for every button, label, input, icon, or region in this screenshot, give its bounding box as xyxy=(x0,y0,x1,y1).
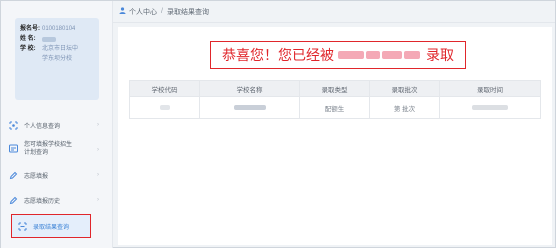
cell-school-name xyxy=(199,96,300,119)
user-icon xyxy=(119,7,126,16)
plan-icon xyxy=(9,144,18,153)
chevron-right-icon: › xyxy=(97,122,99,128)
history-icon xyxy=(9,196,18,205)
user-info-card: 报名号: 0100180104 姓 名: 学 校: 北京市日坛中 学东坝分校 xyxy=(15,18,99,100)
menu-item-personal-info[interactable]: 个人信息查询 › xyxy=(9,119,101,131)
name-label: 姓 名: xyxy=(20,36,36,42)
sidebar: 报名号: 0100180104 姓 名: 学 校: 北京市日坛中 学东坝分校 个… xyxy=(1,1,113,248)
school-line-1: 北京市日坛中 xyxy=(42,46,79,52)
redacted-school xyxy=(382,51,402,59)
school-label: 学 校: xyxy=(20,46,36,52)
menu-item-application[interactable]: 志愿填报 › xyxy=(9,169,101,181)
menu-item-admission-result[interactable]: 录取结果查询 xyxy=(11,214,91,238)
col-admission-type: 录取类型 xyxy=(299,80,370,97)
breadcrumb-current: 录取结果查询 xyxy=(166,8,209,16)
breadcrumb-separator: / xyxy=(161,8,163,15)
cell-school-code xyxy=(129,96,200,119)
table-row: 配额生 第 批次 xyxy=(129,96,541,119)
menu-label: 录取结果查询 xyxy=(33,224,70,231)
banner-suffix: 录取 xyxy=(426,47,454,63)
menu-label-line-2: 计划查询 xyxy=(24,150,49,156)
result-icon xyxy=(18,222,27,231)
exam-no-label: 报名号: xyxy=(20,26,40,32)
name-redacted xyxy=(42,37,56,42)
cell-admission-time xyxy=(439,96,541,119)
menu-label: 个人信息查询 xyxy=(24,123,61,130)
chevron-right-icon: › xyxy=(97,172,99,178)
school-line-2: 学东坝分校 xyxy=(42,56,73,62)
redacted-school xyxy=(404,51,420,59)
banner-prefix: 恭喜您！您已经被 xyxy=(222,47,334,63)
admission-banner: 恭喜您！您已经被 录取 xyxy=(210,41,466,69)
menu-label: 志愿填报历史 xyxy=(24,198,61,205)
menu-label: 志愿填报 xyxy=(24,173,49,180)
redacted-school xyxy=(338,51,364,59)
chevron-right-icon: › xyxy=(97,147,99,153)
redacted-school xyxy=(366,51,380,59)
main-panel: 恭喜您！您已经被 录取 学校代码 学校名称 录取类型 录取批次 录取时间 配额生… xyxy=(118,27,552,245)
cell-admission-batch: 第 批次 xyxy=(369,96,440,119)
menu-label-line-1: 您可填报学校招生 xyxy=(24,142,73,148)
admission-table: 学校代码 学校名称 录取类型 录取批次 录取时间 配额生 第 批次 xyxy=(129,80,541,119)
user-icon xyxy=(9,121,18,130)
col-school-code: 学校代码 xyxy=(129,80,200,97)
col-admission-batch: 录取批次 xyxy=(369,80,440,97)
menu-item-application-history[interactable]: 志愿填报历史 › xyxy=(9,194,101,206)
cell-admission-type: 配额生 xyxy=(299,96,370,119)
chevron-right-icon: › xyxy=(97,197,99,203)
exam-no-value: 0100180104 xyxy=(42,26,76,32)
col-admission-time: 录取时间 xyxy=(439,80,541,97)
col-school-name: 学校名称 xyxy=(199,80,300,97)
pencil-icon xyxy=(9,171,18,180)
menu-item-enrollment-plan[interactable]: 您可填报学校招生 计划查询 › xyxy=(9,141,101,161)
breadcrumb-home[interactable]: 个人中心 xyxy=(129,7,157,17)
breadcrumb: 个人中心 / 录取结果查询 xyxy=(113,1,555,23)
